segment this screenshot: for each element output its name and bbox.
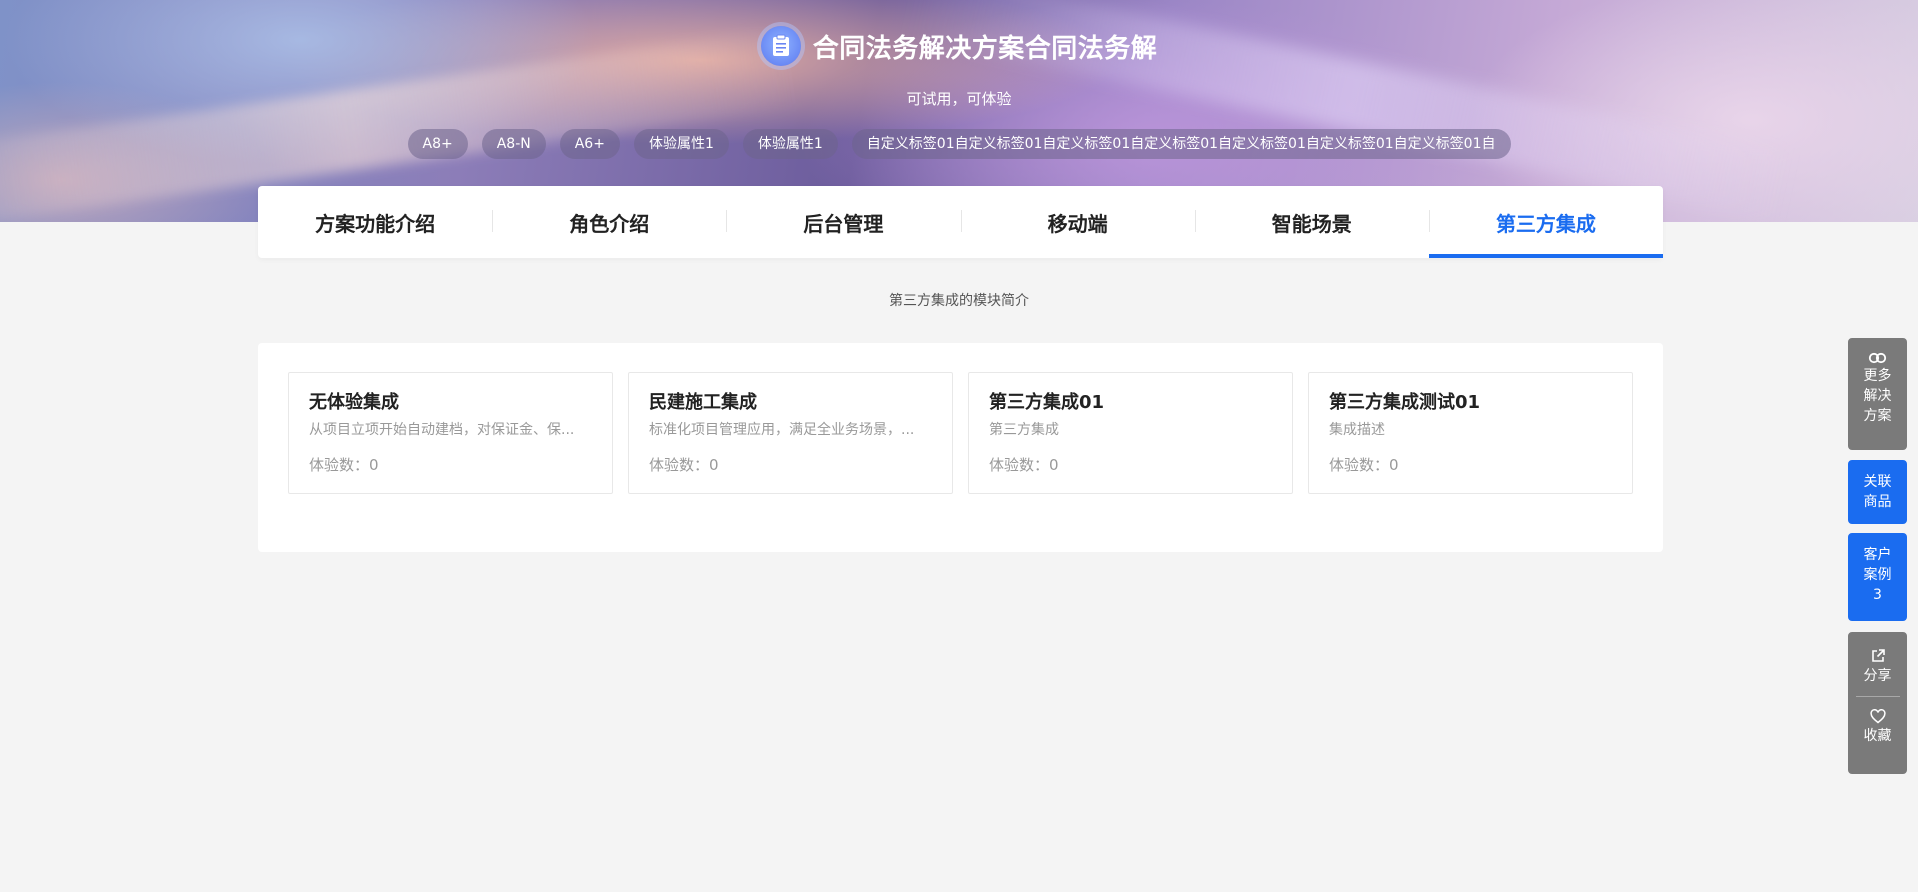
- tab-roles[interactable]: 角色介绍: [492, 186, 726, 258]
- card-description: 第三方集成: [989, 422, 1059, 438]
- heart-icon: [1869, 709, 1886, 724]
- card-count: 体验数：0: [649, 456, 719, 474]
- integration-card[interactable]: 第三方集成测试01 集成描述 体验数：0: [1308, 372, 1633, 494]
- related-goods-line: 商品: [1863, 494, 1892, 510]
- card-count: 体验数：0: [309, 456, 379, 474]
- integration-card[interactable]: 民建施工集成 标准化项目管理应用，满足全业务场景，... 体验数：0: [628, 372, 953, 494]
- clipboard-icon: [760, 26, 801, 66]
- divider: [1855, 696, 1900, 697]
- more-solutions-line: 更多: [1863, 368, 1892, 384]
- page-title: 合同法务解决方案合同法务解: [812, 33, 1158, 64]
- card-title: 民建施工集成: [649, 392, 757, 413]
- share-icon: [1871, 649, 1885, 662]
- more-solutions-button[interactable]: 更多 解决 方案: [1848, 338, 1907, 450]
- tab-third-party[interactable]: 第三方集成: [1428, 186, 1664, 258]
- cards-panel: 无体验集成 从项目立项开始自动建档，对保证金、保... 体验数：0 民建施工集成…: [258, 343, 1663, 552]
- card-description: 标准化项目管理应用，满足全业务场景，...: [649, 422, 915, 438]
- more-solutions-line: 解决: [1863, 388, 1892, 404]
- favorite-button[interactable]: 收藏: [1848, 709, 1907, 746]
- tag: A8+: [407, 129, 468, 159]
- tag: 体验属性1: [633, 129, 729, 159]
- card-list: 无体验集成 从项目立项开始自动建档，对保证金、保... 体验数：0 民建施工集成…: [288, 372, 1633, 494]
- card-count: 体验数：0: [1329, 456, 1399, 474]
- share-button[interactable]: 分享: [1848, 648, 1907, 686]
- tag: 体验属性1: [742, 129, 838, 159]
- card-title: 无体验集成: [309, 392, 399, 413]
- card-title: 第三方集成测试01: [1329, 392, 1481, 413]
- share-label: 分享: [1863, 668, 1892, 684]
- float-toolbar: 更多 解决 方案 关联 商品 客户 案例 3 分享 收藏: [1848, 338, 1907, 774]
- customer-cases-count: 3: [1873, 587, 1882, 603]
- tab-bar: 方案功能介绍 角色介绍 后台管理 移动端 智能场景 第三方集成: [258, 186, 1664, 258]
- card-count: 体验数：0: [989, 456, 1059, 474]
- tag-list: A8+ A8-N A6+ 体验属性1 体验属性1 自定义标签01自定义标签01自…: [0, 129, 1918, 159]
- tab-solution-intro[interactable]: 方案功能介绍: [258, 186, 492, 258]
- tab-mobile[interactable]: 移动端: [960, 186, 1195, 258]
- related-goods-button[interactable]: 关联 商品: [1848, 460, 1907, 524]
- customer-cases-line: 客户: [1863, 547, 1892, 563]
- more-solutions-line: 方案: [1863, 408, 1892, 424]
- customer-cases-line: 案例: [1863, 567, 1892, 583]
- card-description: 集成描述: [1329, 422, 1385, 438]
- title-row: 合同法务解决方案合同法务解: [0, 26, 1918, 66]
- module-intro: 第三方集成的模块简介: [889, 293, 1029, 309]
- card-description: 从项目立项开始自动建档，对保证金、保...: [309, 422, 575, 438]
- favorite-label: 收藏: [1863, 728, 1892, 744]
- page-subtitle: 可试用，可体验: [906, 90, 1012, 108]
- tag: A8-N: [481, 129, 546, 159]
- tab-admin[interactable]: 后台管理: [726, 186, 960, 258]
- customer-cases-button[interactable]: 客户 案例 3: [1848, 533, 1907, 621]
- card-title: 第三方集成01: [989, 392, 1105, 413]
- link-icon: [1868, 352, 1886, 364]
- related-goods-line: 关联: [1863, 474, 1892, 490]
- integration-card[interactable]: 无体验集成 从项目立项开始自动建档，对保证金、保... 体验数：0: [288, 372, 613, 494]
- tag: 自定义标签01自定义标签01自定义标签01自定义标签01自定义标签01自定义标签…: [851, 129, 1511, 159]
- tag: A6+: [559, 129, 620, 159]
- tab-smart-scenes[interactable]: 智能场景: [1194, 186, 1429, 258]
- share-favorite-group: 分享 收藏: [1848, 632, 1907, 774]
- integration-card[interactable]: 第三方集成01 第三方集成 体验数：0: [968, 372, 1293, 494]
